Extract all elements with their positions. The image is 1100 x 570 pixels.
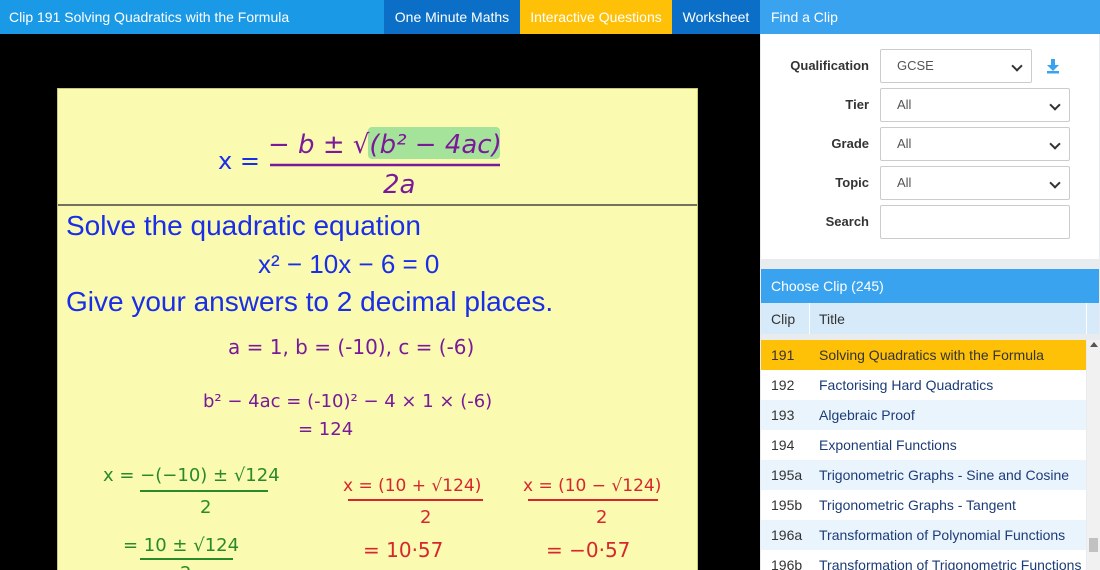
- qualification-select[interactable]: GCSE: [880, 49, 1032, 83]
- chevron-down-icon: [1049, 177, 1061, 189]
- video-player[interactable]: x = − b ± √(b² − 4ac) 2a Solve the quadr…: [0, 34, 760, 570]
- working-discriminant-value: = 124: [298, 419, 353, 440]
- tab-one-minute-maths[interactable]: One Minute Maths: [384, 0, 520, 34]
- column-divider: [1086, 303, 1087, 334]
- slide-canvas: x = − b ± √(b² − 4ac) 2a Solve the quadr…: [58, 127, 697, 570]
- chevron-down-icon: [1049, 138, 1061, 150]
- grade-label: Grade: [831, 136, 869, 151]
- clip-list-row[interactable]: 195b Trigonometric Graphs - Tangent: [761, 490, 1086, 520]
- clip-title-cell: Algebraic Proof: [819, 407, 915, 423]
- clip-number: 195b: [771, 497, 803, 513]
- working-root1-denominator: 2: [420, 507, 431, 528]
- working-general-numerator: x = −(−10) ± √124: [103, 465, 280, 486]
- tier-row: Tier All: [761, 88, 1099, 122]
- clip-number: 192: [771, 377, 795, 393]
- tab-worksheet[interactable]: Worksheet: [672, 0, 760, 34]
- scroll-up-icon[interactable]: [1090, 342, 1098, 347]
- qualification-value: GCSE: [897, 58, 934, 73]
- clip-title-cell: Factorising Hard Quadratics: [819, 377, 994, 393]
- tier-label: Tier: [845, 97, 869, 112]
- clip-number: 196a: [771, 527, 803, 543]
- clip-list-row[interactable]: 195a Trigonometric Graphs - Sine and Cosi…: [761, 460, 1086, 490]
- search-row: Search: [761, 205, 1099, 239]
- clip-title-cell: Solving Quadratics with the Formula: [819, 347, 1044, 363]
- qualification-row: Qualification GCSE: [761, 49, 1099, 83]
- working-discriminant: b² − 4ac = (-10)² − 4 × 1 × (-6): [203, 391, 492, 412]
- video-slide: x = − b ± √(b² − 4ac) 2a Solve the quadr…: [57, 88, 698, 570]
- clip-number: 193: [771, 407, 795, 423]
- column-divider: [809, 303, 810, 334]
- clip-number: 191: [771, 347, 795, 363]
- working-general-denominator: 2: [200, 497, 211, 518]
- clip-list-row[interactable]: 192 Factorising Hard Quadratics: [761, 370, 1086, 400]
- topic-label: Topic: [835, 175, 869, 190]
- column-header-clip[interactable]: Clip: [771, 311, 795, 327]
- clip-list: 191 Solving Quadratics with the Formula 19…: [761, 340, 1086, 570]
- clip-list-row[interactable]: 194 Exponential Functions: [761, 430, 1086, 460]
- side-panel: Find a Clip Qualification GCSE Tier All …: [760, 0, 1100, 570]
- clip-title: Clip 191 Solving Quadratics with the For…: [9, 9, 290, 25]
- clip-title-cell: Transformation of Trigonometric Function…: [819, 557, 1082, 570]
- chevron-down-icon: [1011, 60, 1023, 72]
- formula-lhs: x =: [218, 147, 260, 175]
- clip-title-cell: Trigonometric Graphs - Sine and Cosine: [819, 467, 1070, 483]
- topic-value: All: [897, 175, 912, 190]
- clip-list-header: Clip Title: [761, 303, 1099, 334]
- clip-title-cell: Trigonometric Graphs - Tangent: [819, 497, 1016, 513]
- tier-value: All: [897, 97, 912, 112]
- working-simplified-numerator: = 10 ± √124: [123, 535, 239, 556]
- clip-number: 194: [771, 437, 795, 453]
- question-equation: x² − 10x − 6 = 0: [258, 249, 439, 279]
- download-icon[interactable]: [1046, 58, 1060, 74]
- working-root2-denominator: 2: [596, 507, 607, 528]
- tab-interactive-questions[interactable]: Interactive Questions: [520, 0, 672, 34]
- working-simplified-denominator: 2: [180, 563, 191, 570]
- grade-value: All: [897, 136, 912, 151]
- chevron-down-icon: [1049, 99, 1061, 111]
- clip-number: 195a: [771, 467, 803, 483]
- question-line2: Give your answers to 2 decimal places.: [66, 286, 553, 317]
- clip-list-row[interactable]: 193 Algebraic Proof: [761, 400, 1086, 430]
- formula-denominator: 2a: [383, 170, 415, 200]
- topic-select[interactable]: All: [880, 166, 1070, 200]
- topic-row: Topic All: [761, 166, 1099, 200]
- find-clip-header: Find a Clip: [760, 0, 1100, 34]
- clip-title-cell: Exponential Functions: [819, 437, 957, 453]
- working-root2-numerator: x = (10 − √124): [523, 476, 661, 496]
- search-input[interactable]: [880, 205, 1070, 239]
- qualification-label: Qualification: [790, 58, 869, 73]
- tier-select[interactable]: All: [880, 88, 1070, 122]
- top-bar: Clip 191 Solving Quadratics with the For…: [0, 0, 760, 34]
- clip-title-cell: Transformation of Polynomial Functions: [819, 527, 1066, 543]
- clip-list-row[interactable]: 196b Transformation of Trigonometric Func…: [761, 550, 1086, 570]
- working-root1-value: = 10·57: [363, 538, 443, 562]
- search-label: Search: [825, 214, 869, 229]
- clip-list-row[interactable]: 191 Solving Quadratics with the Formula: [761, 340, 1086, 370]
- choose-clip-header: Choose Clip (245): [761, 269, 1099, 303]
- grade-row: Grade All: [761, 127, 1099, 161]
- find-clip-form: Qualification GCSE Tier All Grade All To…: [761, 34, 1099, 259]
- working-root2-value: = −0·57: [546, 538, 630, 562]
- clip-list-row[interactable]: 196a Transformation of Polynomial Functio…: [761, 520, 1086, 550]
- formula-numerator: − b ± √(b² − 4ac): [268, 130, 502, 160]
- clip-number: 196b: [771, 557, 803, 570]
- question-line1: Solve the quadratic equation: [66, 210, 421, 241]
- grade-select[interactable]: All: [880, 127, 1070, 161]
- working-root1-numerator: x = (10 + √124): [343, 476, 481, 496]
- column-header-title[interactable]: Title: [819, 311, 845, 327]
- working-coefficients: a = 1, b = (-10), c = (-6): [228, 335, 474, 359]
- scroll-thumb[interactable]: [1089, 538, 1098, 552]
- clip-list-scrollbar[interactable]: [1087, 340, 1100, 570]
